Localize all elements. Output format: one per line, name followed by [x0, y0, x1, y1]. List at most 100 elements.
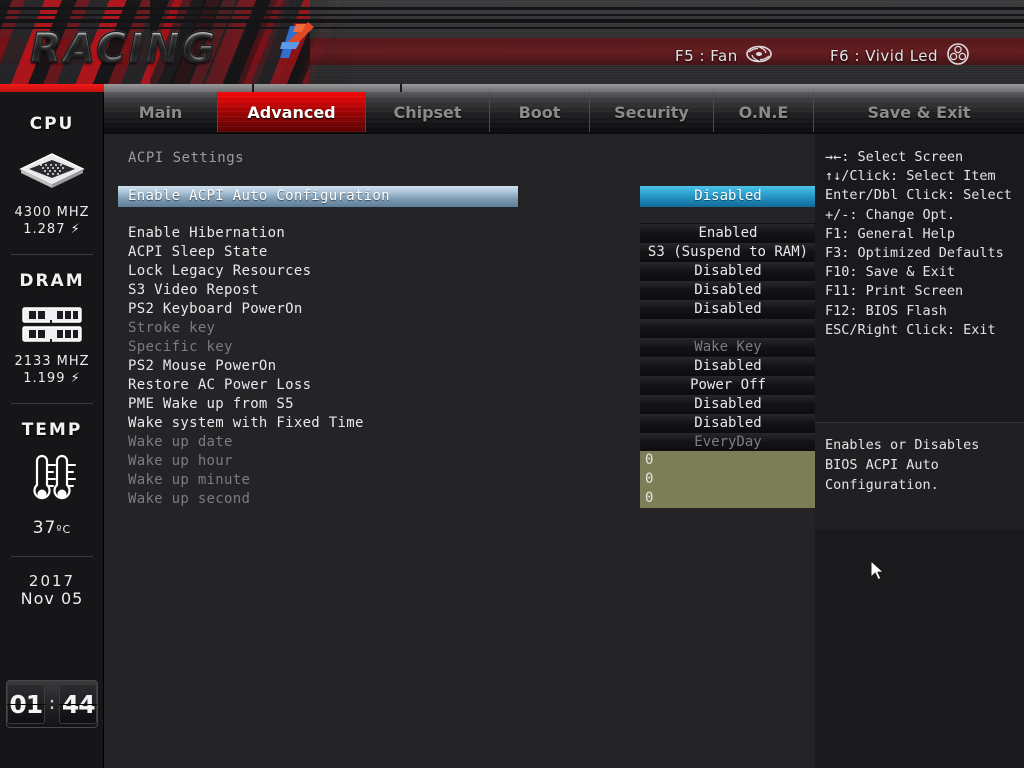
sidebar-temp-row: 37ºC: [0, 520, 104, 538]
settings-panel: ACPI Settings Enable ACPI Auto Configura…: [104, 132, 816, 768]
option-value-wake-up-minute[interactable]: 0: [640, 470, 816, 489]
option-value-lock-legacy-resources[interactable]: Disabled: [640, 262, 816, 281]
option-row-specific-key: Specific key: [128, 339, 233, 355]
option-row-stroke-key: Stroke key: [128, 320, 216, 336]
help-key-f11-print: F11: Print Screen: [825, 283, 964, 300]
clock-minute: 44: [59, 684, 97, 724]
option-row-enable-acpi-auto-configuration[interactable]: Enable ACPI Auto Configuration: [118, 186, 518, 207]
tab-one-label: O.N.E: [738, 102, 789, 122]
help-key-enter-select: Enter/Dbl Click: Select: [825, 187, 1012, 204]
lightning-bolt-icon: ⚡: [70, 371, 81, 386]
option-value-stroke-key: [640, 319, 816, 338]
option-row-lock-legacy-resources[interactable]: Lock Legacy Resources: [128, 262, 311, 281]
description-line-3: Configuration.: [825, 477, 939, 493]
option-row-wake-up-date: Wake up date: [128, 434, 233, 450]
option-value-acpi-sleep-state[interactable]: S3 (Suspend to RAM): [640, 243, 816, 262]
option-value-ps2-keyboard-poweron[interactable]: Disabled: [640, 300, 816, 319]
clock-hour: 01: [7, 684, 45, 724]
option-row-enable-hibernation[interactable]: Enable Hibernation: [128, 224, 285, 243]
sidebar-dram-voltage-row: 1.199 ⚡: [0, 370, 104, 387]
tab-chipset-label: Chipset: [393, 102, 462, 122]
option-row-wake-up-minute: Wake up minute: [128, 472, 251, 488]
brand-name: RACING: [29, 23, 218, 73]
option-value-wake-up-date: EveryDay: [640, 433, 816, 452]
racing-logo: RACING: [29, 22, 314, 74]
header-bottom-stripe: [0, 84, 1024, 92]
option-value-wake-up-second[interactable]: 0: [640, 489, 816, 508]
sidebar-temp-title: TEMP: [21, 420, 83, 440]
tab-main[interactable]: Main: [104, 92, 218, 132]
option-value-enable-hibernation[interactable]: Enabled: [640, 224, 816, 243]
value-group-2: Disabled Power Off Disabled Disabled Eve…: [640, 356, 816, 453]
cpu-chip-icon: [0, 148, 104, 196]
option-value-ps2-mouse-poweron[interactable]: Disabled: [640, 357, 816, 376]
clock-separator: :: [46, 693, 58, 714]
sidebar-cpu-voltage: 1.287: [23, 222, 66, 237]
option-row-pme-wake-up-from-s5[interactable]: PME Wake up from S5: [128, 395, 294, 414]
tab-one[interactable]: O.N.E: [714, 92, 814, 132]
header-bottom-stripe-red: [0, 84, 104, 92]
option-value-enable-acpi-auto-configuration[interactable]: Disabled: [640, 186, 816, 207]
sidebar-temp-value: 37: [32, 518, 57, 538]
sidebar-dram-freq: 2133 MHZ: [14, 354, 90, 369]
option-row-acpi-sleep-state[interactable]: ACPI Sleep State: [128, 243, 268, 262]
help-key-f10-save-exit: F10: Save & Exit: [825, 264, 956, 281]
option-value-wake-up-hour[interactable]: 0: [640, 451, 816, 470]
option-row-wake-system-with-fixed-time[interactable]: Wake system with Fixed Time: [128, 414, 364, 433]
header-bottom-notch-2: [400, 84, 402, 92]
help-key-select-screen: →←: Select Screen: [825, 149, 964, 165]
vivid-led-icon: [946, 43, 970, 69]
header-stripe-2: [0, 14, 1024, 16]
hardware-monitor-sidebar: CPU 4300 MHZ 1.287 ⚡ DRAM 2133 MHZ 1.199…: [0, 92, 104, 768]
help-key-f3-defaults: F3: Optimized Defaults: [825, 245, 1004, 262]
tab-security[interactable]: Security: [590, 92, 714, 132]
racing-r-mark-icon: [266, 18, 316, 68]
option-row-restore-ac-power-loss[interactable]: Restore AC Power Loss: [128, 376, 311, 395]
fkey-vivid-led-label: F6 : Vivid Led: [830, 47, 939, 65]
bios-screen: RACING F5 : Fan F6: Vivid Led Main Adva…: [0, 0, 1024, 768]
sidebar-cpu-freq: 4300 MHZ: [14, 205, 90, 220]
sidebar-cpu-voltage-row: 1.287 ⚡: [0, 221, 104, 238]
fkey-fan[interactable]: F5 : Fan: [675, 45, 772, 67]
tab-boot[interactable]: Boot: [490, 92, 590, 132]
help-key-select-item: ↑↓/Click: Select Item: [825, 168, 996, 185]
option-value-pme-wake-up-from-s5[interactable]: Disabled: [640, 395, 816, 414]
tab-chipset[interactable]: Chipset: [366, 92, 490, 132]
help-key-f12-bios-flash: F12: BIOS Flash: [825, 302, 947, 319]
option-row-wake-up-second: Wake up second: [128, 491, 251, 507]
help-key-esc-exit: ESC/Right Click: Exit: [825, 321, 996, 338]
help-panel: →←: Select Screen ↑↓/Click: Select Item …: [815, 132, 1024, 768]
sidebar-dram-voltage: 1.199: [23, 371, 66, 386]
tab-advanced[interactable]: Advanced: [218, 92, 366, 132]
tab-advanced-label: Advanced: [247, 102, 336, 122]
option-value-s3-video-repost[interactable]: Disabled: [640, 281, 816, 300]
header-banner: RACING F5 : Fan F6: Vivid Led: [0, 0, 1024, 92]
help-key-list: →←: Select Screen ↑↓/Click: Select Item …: [825, 148, 1020, 340]
dram-module-icon: [0, 303, 104, 347]
option-row-ps2-mouse-poweron[interactable]: PS2 Mouse PowerOn: [128, 357, 276, 376]
help-key-change-opt: +/-: Change Opt.: [825, 206, 956, 223]
description-line-2: BIOS ACPI Auto: [825, 457, 939, 473]
sidebar-datetime-section: 2017 Nov 05: [0, 557, 104, 608]
value-group-1: Enabled S3 (Suspend to RAM) Disabled Dis…: [640, 223, 816, 358]
thermometer-icon: [0, 450, 104, 510]
header-stripe-3: [0, 19, 1024, 23]
header-bottom-notch-1: [252, 84, 254, 92]
sidebar-temp-section: TEMP 37ºC: [0, 404, 104, 557]
option-row-s3-video-repost[interactable]: S3 Video Repost: [128, 281, 259, 300]
fkey-vivid-led[interactable]: F6 : Vivid Led: [830, 43, 970, 69]
help-key-f1-general-help: F1: General Help: [825, 225, 956, 242]
tab-save-exit[interactable]: Save & Exit: [814, 92, 1024, 132]
lightning-bolt-icon: ⚡: [70, 222, 81, 237]
option-row-ps2-keyboard-poweron[interactable]: PS2 Keyboard PowerOn: [128, 300, 303, 319]
sidebar-cpu-section: CPU 4300 MHZ 1.287 ⚡: [0, 92, 104, 255]
tab-save-exit-label: Save & Exit: [867, 102, 971, 122]
sidebar-dram-title: DRAM: [19, 271, 85, 291]
option-value-wake-system-with-fixed-time[interactable]: Disabled: [640, 414, 816, 433]
option-value-restore-ac-power-loss[interactable]: Power Off: [640, 376, 816, 395]
fkey-fan-label: F5 : Fan: [675, 47, 738, 65]
section-title: ACPI Settings: [128, 150, 245, 166]
tab-security-label: Security: [614, 102, 689, 122]
option-value-specific-key: Wake Key: [640, 338, 816, 357]
sidebar-dram-section: DRAM 2133 MHZ 1.199 ⚡: [0, 255, 104, 404]
